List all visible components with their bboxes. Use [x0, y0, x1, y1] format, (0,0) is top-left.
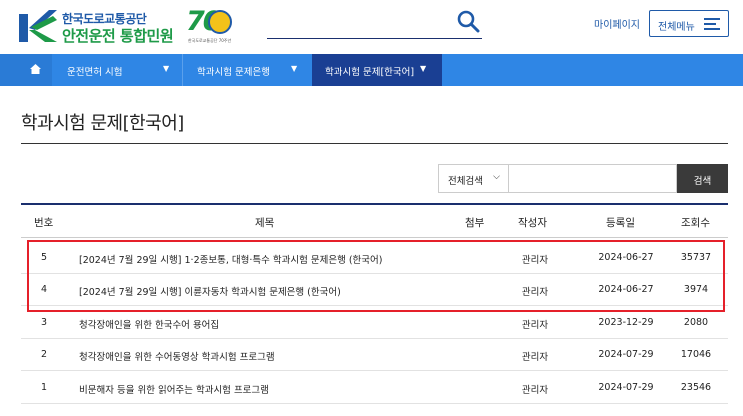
- search-input[interactable]: [509, 164, 677, 193]
- chevron-down-icon: ▼: [163, 64, 170, 73]
- site-header: 한국도로교통공단 안전운전 통합민원 70 한국도로교통공단 70주년 마이페이…: [0, 0, 743, 54]
- row-author: 관리자: [521, 320, 549, 331]
- row-number: 3: [40, 317, 48, 328]
- table-row[interactable]: 2 청각장애인을 위한 수어동영상 학과시험 프로그램 관리자 2024-07-…: [21, 339, 728, 371]
- anniversary-emblem: 70 한국도로교통공단 70주년: [186, 6, 242, 46]
- chevron-down-icon: ▼: [291, 64, 298, 73]
- row-views: 17046: [680, 349, 712, 360]
- anniversary-badge-icon: [208, 10, 232, 34]
- highlight-box: [27, 240, 725, 312]
- row-views: 23546: [680, 382, 712, 393]
- all-menu-button[interactable]: 전체메뉴: [649, 10, 729, 37]
- row-title-link[interactable]: 청각장애인을 위한 수어동영상 학과시험 프로그램: [79, 349, 275, 363]
- header-author: 작성자: [518, 217, 547, 229]
- all-menu-label: 전체메뉴: [658, 22, 695, 33]
- row-author: 관리자: [521, 385, 549, 396]
- title-divider: [21, 143, 728, 144]
- row-date: 2023-12-29: [598, 317, 654, 328]
- page-title: 학과시험 문제[한국어]: [21, 113, 184, 134]
- row-author: 관리자: [521, 352, 549, 363]
- nav-item-korean-questions[interactable]: 학과시험 문제[한국어] ▼: [312, 54, 442, 86]
- nav-item-label: 학과시험 문제[한국어]: [325, 67, 415, 78]
- koroad-logo-icon[interactable]: [19, 10, 57, 42]
- header-no: 번호: [34, 217, 54, 229]
- search-scope-select[interactable]: 전체검색 ⌵: [438, 164, 509, 193]
- home-button[interactable]: [0, 54, 52, 86]
- row-date: 2024-07-29: [598, 349, 654, 360]
- header-title: 제목: [255, 217, 275, 229]
- header-search-input[interactable]: [267, 38, 482, 39]
- table-row[interactable]: 1 비문해자 등을 위한 읽어주는 학과시험 프로그램 관리자 2024-07-…: [21, 372, 728, 404]
- row-title-link[interactable]: 청각장애인을 위한 한국수어 용어집: [79, 317, 219, 331]
- nav-item-license-test[interactable]: 운전면허 시험 ▼: [52, 54, 182, 86]
- service-name[interactable]: 안전운전 통합민원: [62, 25, 174, 46]
- table-top-border: [21, 203, 728, 205]
- search-button[interactable]: 검색: [677, 164, 728, 193]
- nav-item-question-bank[interactable]: 학과시험 문제은행 ▼: [183, 54, 311, 86]
- hamburger-icon: [704, 18, 720, 30]
- row-number: 1: [40, 382, 48, 393]
- table-header-border: [21, 237, 728, 238]
- chevron-down-icon: ▼: [420, 64, 427, 73]
- mypage-link[interactable]: 마이페이지: [594, 16, 640, 31]
- row-title-link[interactable]: 비문해자 등을 위한 읽어주는 학과시험 프로그램: [79, 382, 269, 396]
- nav-item-label: 운전면허 시험: [67, 67, 123, 78]
- nav-item-label: 학과시험 문제은행: [197, 67, 270, 78]
- chevron-down-icon: ⌵: [493, 172, 500, 182]
- home-icon: [30, 64, 41, 74]
- row-number: 2: [40, 349, 48, 360]
- row-views: 2080: [683, 317, 709, 328]
- breadcrumb-nav: 운전면허 시험 ▼ 학과시험 문제은행 ▼ 학과시험 문제[한국어] ▼: [0, 54, 743, 86]
- header-date: 등록일: [606, 217, 635, 229]
- search-scope-label: 전체검색: [448, 176, 483, 187]
- header-attach: 첨부: [465, 217, 485, 229]
- row-date: 2024-07-29: [598, 382, 654, 393]
- header-views: 조회수: [681, 217, 710, 229]
- search-icon[interactable]: [456, 9, 480, 33]
- anniversary-caption: 한국도로교통공단 70주년: [188, 38, 232, 43]
